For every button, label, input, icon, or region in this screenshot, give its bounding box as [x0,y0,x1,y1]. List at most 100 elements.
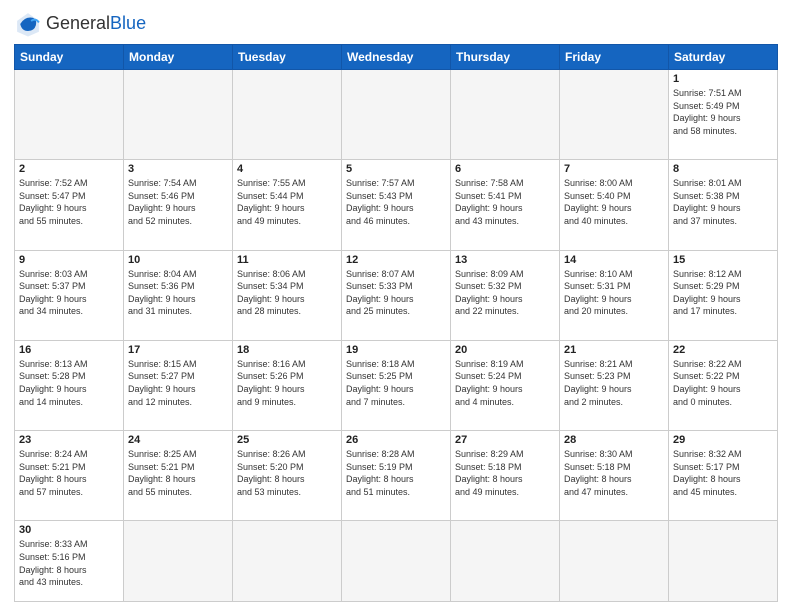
calendar-row-3: 16 Sunrise: 8:13 AMSunset: 5:28 PMDayligh… [15,340,778,430]
cell-info: Sunrise: 7:57 AMSunset: 5:43 PMDaylight:… [346,177,446,227]
day-number: 30 [19,524,119,536]
day-number: 8 [673,163,773,175]
calendar-cell: 10 Sunrise: 8:04 AMSunset: 5:36 PMDayligh… [124,250,233,340]
calendar-cell: 19 Sunrise: 8:18 AMSunset: 5:25 PMDayligh… [342,340,451,430]
day-number: 19 [346,344,446,356]
day-number: 10 [128,254,228,266]
cell-info: Sunrise: 8:32 AMSunset: 5:17 PMDaylight:… [673,448,773,498]
calendar-row-2: 9Sunrise: 8:03 AMSunset: 5:37 PMDaylight… [15,250,778,340]
calendar-cell: 6 Sunrise: 7:58 AMSunset: 5:41 PMDaylight… [451,160,560,250]
calendar-cell: 7 Sunrise: 8:00 AMSunset: 5:40 PMDaylight… [560,160,669,250]
cell-info: Sunrise: 7:54 AMSunset: 5:46 PMDaylight:… [128,177,228,227]
calendar-cell: 30 Sunrise: 8:33 AMSunset: 5:16 PMDayligh… [15,521,124,602]
day-number: 14 [564,254,664,266]
calendar-cell: 12Sunrise: 8:07 AMSunset: 5:33 PMDayligh… [342,250,451,340]
day-number: 16 [19,344,119,356]
calendar-cell: 23 Sunrise: 8:24 AMSunset: 5:21 PMDayligh… [15,431,124,521]
calendar-table: SundayMondayTuesdayWednesdayThursdayFrid… [14,44,778,602]
cell-info: Sunrise: 8:15 AMSunset: 5:27 PMDaylight:… [128,358,228,408]
day-number: 24 [128,434,228,446]
cell-info: Sunrise: 8:16 AMSunset: 5:26 PMDaylight:… [237,358,337,408]
day-number: 1 [673,73,773,85]
calendar-cell: 4Sunrise: 7:55 AMSunset: 5:44 PMDaylight… [233,160,342,250]
day-number: 7 [564,163,664,175]
calendar-cell [124,521,233,602]
page: GeneralBlue SundayMondayTuesdayWednesday… [0,0,792,612]
day-number: 3 [128,163,228,175]
cell-info: Sunrise: 8:04 AMSunset: 5:36 PMDaylight:… [128,268,228,318]
cell-info: Sunrise: 8:10 AMSunset: 5:31 PMDaylight:… [564,268,664,318]
day-number: 4 [237,163,337,175]
calendar-cell: 14 Sunrise: 8:10 AMSunset: 5:31 PMDayligh… [560,250,669,340]
calendar-cell [669,521,778,602]
calendar-cell: 16 Sunrise: 8:13 AMSunset: 5:28 PMDayligh… [15,340,124,430]
cell-info: Sunrise: 8:25 AMSunset: 5:21 PMDaylight:… [128,448,228,498]
cell-info: Sunrise: 8:00 AMSunset: 5:40 PMDaylight:… [564,177,664,227]
day-number: 6 [455,163,555,175]
calendar-cell: 29Sunrise: 8:32 AMSunset: 5:17 PMDayligh… [669,431,778,521]
weekday-header-saturday: Saturday [669,45,778,70]
calendar-cell [233,521,342,602]
day-number: 13 [455,254,555,266]
generalblue-icon [14,10,42,38]
weekday-header-monday: Monday [124,45,233,70]
cell-info: Sunrise: 8:24 AMSunset: 5:21 PMDaylight:… [19,448,119,498]
calendar-cell: 27 Sunrise: 8:29 AMSunset: 5:18 PMDayligh… [451,431,560,521]
cell-info: Sunrise: 8:29 AMSunset: 5:18 PMDaylight:… [455,448,555,498]
day-number: 26 [346,434,446,446]
calendar-cell: 11 Sunrise: 8:06 AMSunset: 5:34 PMDayligh… [233,250,342,340]
cell-info: Sunrise: 8:06 AMSunset: 5:34 PMDaylight:… [237,268,337,318]
calendar-cell [124,70,233,160]
calendar-cell: 5Sunrise: 7:57 AMSunset: 5:43 PMDaylight… [342,160,451,250]
calendar-cell: 17 Sunrise: 8:15 AMSunset: 5:27 PMDayligh… [124,340,233,430]
weekday-header-tuesday: Tuesday [233,45,342,70]
calendar-cell: 8Sunrise: 8:01 AMSunset: 5:38 PMDaylight… [669,160,778,250]
calendar-cell: 24 Sunrise: 8:25 AMSunset: 5:21 PMDayligh… [124,431,233,521]
calendar-cell: 3 Sunrise: 7:54 AMSunset: 5:46 PMDaylight… [124,160,233,250]
calendar-cell: 26Sunrise: 8:28 AMSunset: 5:19 PMDayligh… [342,431,451,521]
calendar-cell: 2 Sunrise: 7:52 AMSunset: 5:47 PMDaylight… [15,160,124,250]
calendar-cell [451,521,560,602]
header: GeneralBlue [14,10,778,38]
cell-info: Sunrise: 8:22 AMSunset: 5:22 PMDaylight:… [673,358,773,408]
day-number: 15 [673,254,773,266]
cell-info: Sunrise: 8:09 AMSunset: 5:32 PMDaylight:… [455,268,555,318]
cell-info: Sunrise: 8:12 AMSunset: 5:29 PMDaylight:… [673,268,773,318]
calendar-row-5: 30 Sunrise: 8:33 AMSunset: 5:16 PMDayligh… [15,521,778,602]
cell-info: Sunrise: 8:13 AMSunset: 5:28 PMDaylight:… [19,358,119,408]
calendar-cell: 9Sunrise: 8:03 AMSunset: 5:37 PMDaylight… [15,250,124,340]
cell-info: Sunrise: 8:21 AMSunset: 5:23 PMDaylight:… [564,358,664,408]
cell-info: Sunrise: 7:52 AMSunset: 5:47 PMDaylight:… [19,177,119,227]
calendar-row-4: 23 Sunrise: 8:24 AMSunset: 5:21 PMDayligh… [15,431,778,521]
day-number: 2 [19,163,119,175]
day-number: 9 [19,254,119,266]
calendar-cell: 18 Sunrise: 8:16 AMSunset: 5:26 PMDayligh… [233,340,342,430]
calendar-cell: 25Sunrise: 8:26 AMSunset: 5:20 PMDayligh… [233,431,342,521]
day-number: 21 [564,344,664,356]
weekday-header-thursday: Thursday [451,45,560,70]
day-number: 17 [128,344,228,356]
cell-info: Sunrise: 7:58 AMSunset: 5:41 PMDaylight:… [455,177,555,227]
calendar-cell [560,70,669,160]
day-number: 25 [237,434,337,446]
calendar-cell [233,70,342,160]
day-number: 11 [237,254,337,266]
cell-info: Sunrise: 7:51 AMSunset: 5:49 PMDaylight:… [673,87,773,137]
cell-info: Sunrise: 8:30 AMSunset: 5:18 PMDaylight:… [564,448,664,498]
logo-text: GeneralBlue [46,14,146,34]
day-number: 20 [455,344,555,356]
weekday-header-sunday: Sunday [15,45,124,70]
calendar-cell [15,70,124,160]
calendar-cell [451,70,560,160]
calendar-cell: 20Sunrise: 8:19 AMSunset: 5:24 PMDayligh… [451,340,560,430]
day-number: 23 [19,434,119,446]
calendar-cell [342,521,451,602]
day-number: 22 [673,344,773,356]
calendar-row-0: 1 Sunrise: 7:51 AMSunset: 5:49 PMDaylight… [15,70,778,160]
day-number: 18 [237,344,337,356]
cell-info: Sunrise: 8:33 AMSunset: 5:16 PMDaylight:… [19,538,119,588]
weekday-header-friday: Friday [560,45,669,70]
cell-info: Sunrise: 8:18 AMSunset: 5:25 PMDaylight:… [346,358,446,408]
day-number: 27 [455,434,555,446]
calendar-cell: 28Sunrise: 8:30 AMSunset: 5:18 PMDayligh… [560,431,669,521]
